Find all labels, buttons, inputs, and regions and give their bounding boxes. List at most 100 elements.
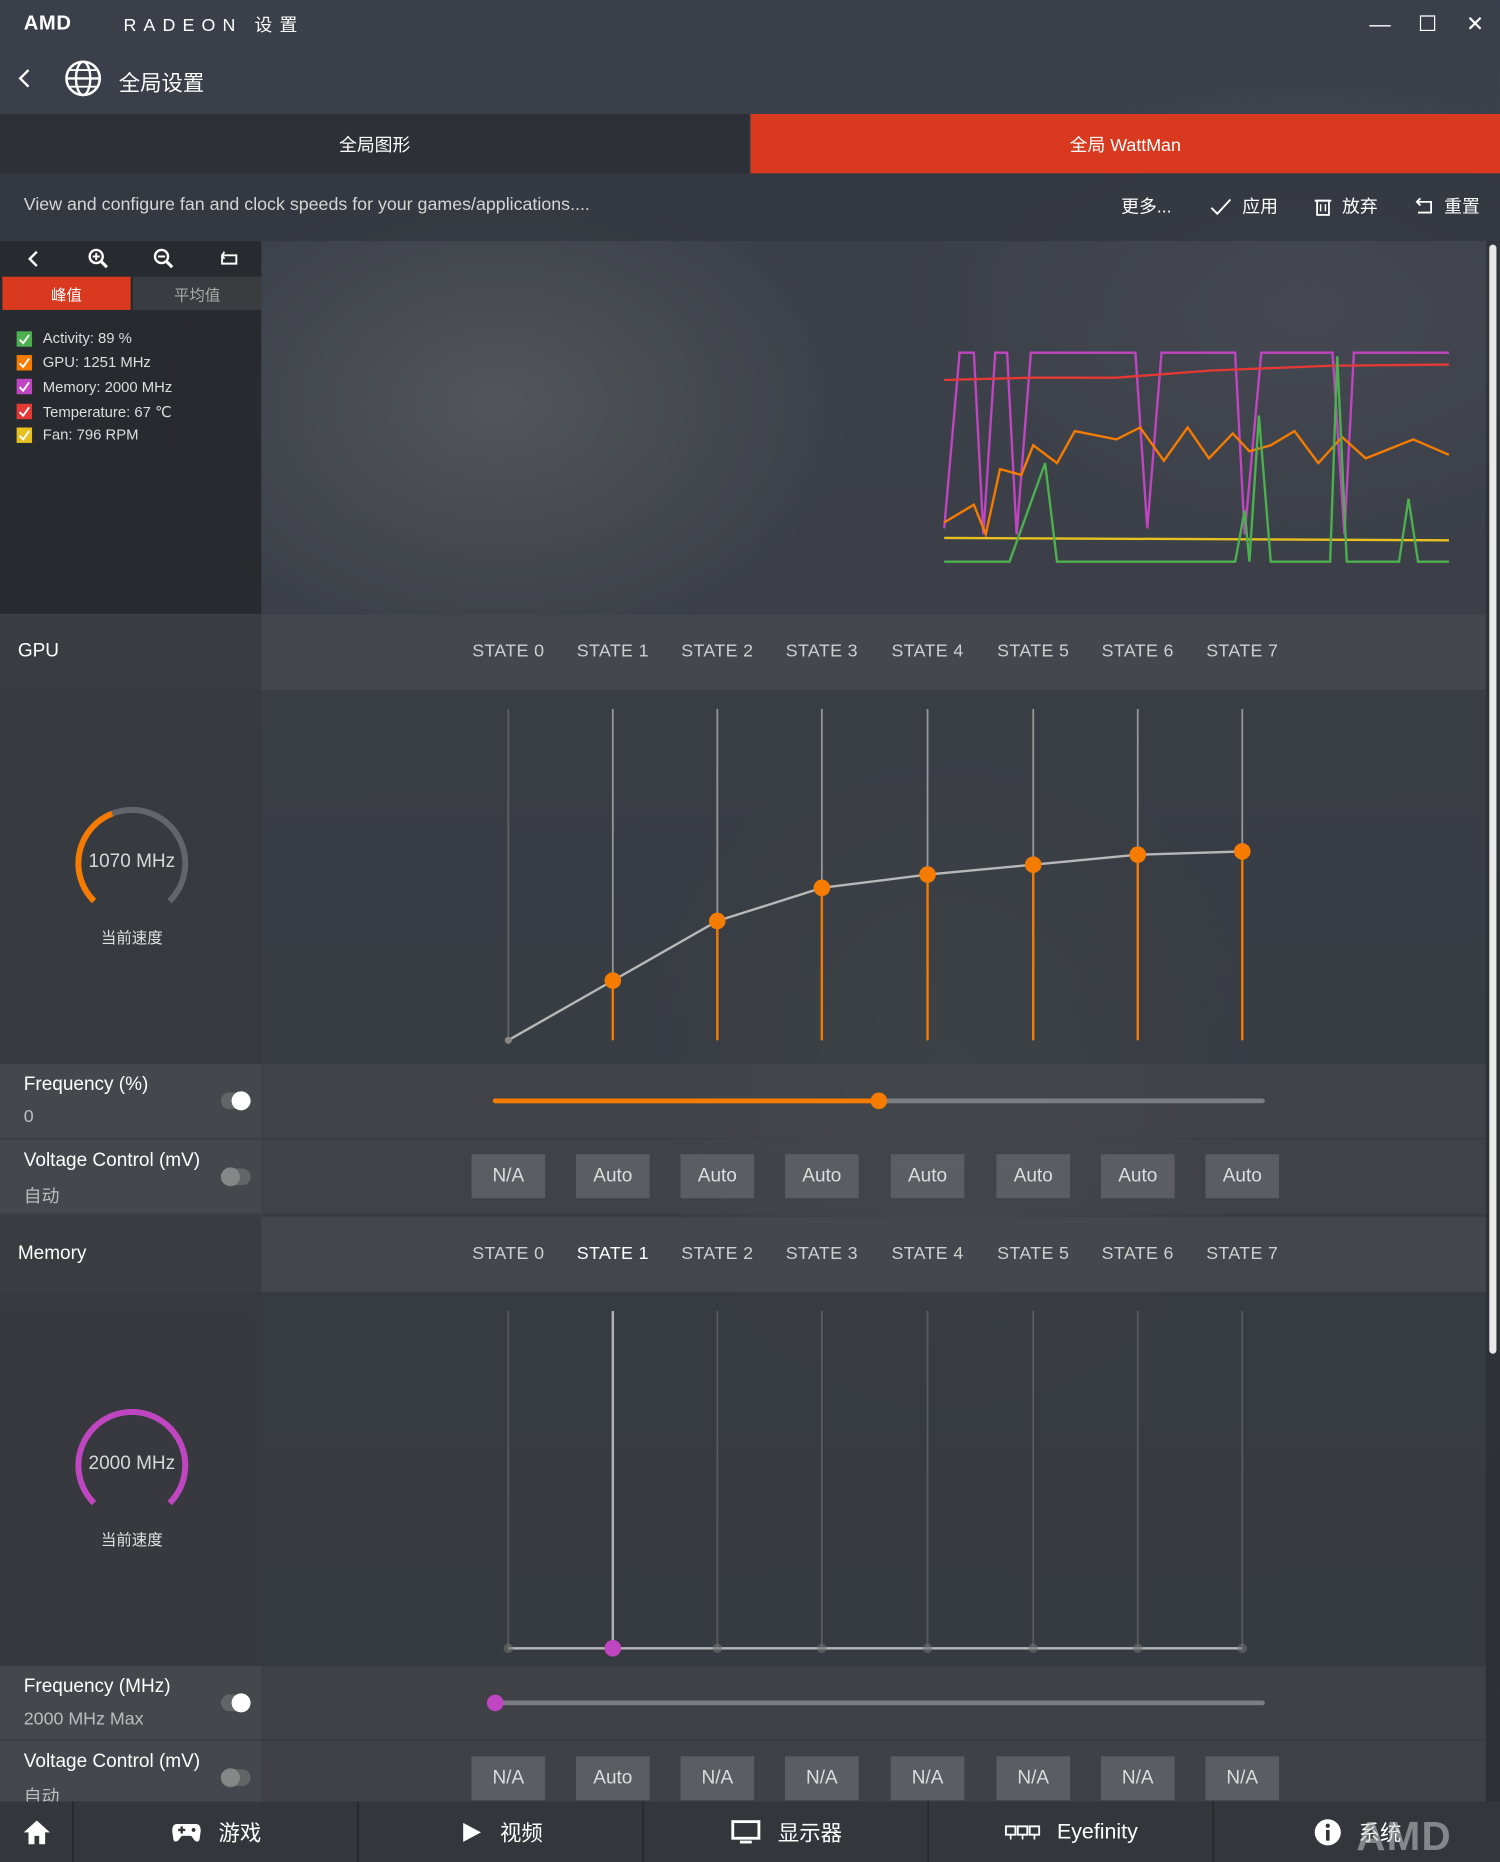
nav-video-label: 视频 <box>499 1821 543 1845</box>
state-point[interactable] <box>919 866 936 883</box>
memory-state-3[interactable]: STATE 3 <box>774 1243 869 1263</box>
trash-icon <box>1314 199 1332 216</box>
graph-back-button[interactable] <box>0 243 65 274</box>
gpu-section-title: GPU <box>17 641 59 662</box>
gpu-voltage-state-2[interactable]: Auto <box>680 1154 755 1199</box>
gpu-state-chart[interactable] <box>261 690 1485 1064</box>
gpu-state-4[interactable]: STATE 4 <box>880 641 975 661</box>
nav-display[interactable]: 显示器 <box>642 1801 929 1862</box>
amd-logo: AMD <box>23 11 72 35</box>
nav-home[interactable] <box>0 1801 73 1862</box>
state-point <box>712 1643 723 1653</box>
gpu-voltage-state-3[interactable]: Auto <box>785 1154 859 1199</box>
zoom-in-button[interactable] <box>65 243 130 274</box>
tab-global-wattman[interactable]: 全局 WattMan <box>750 114 1500 174</box>
memory-voltage-state-5[interactable]: N/A <box>996 1756 1071 1801</box>
gpu-voltage-state-0[interactable]: N/A <box>471 1154 546 1199</box>
gpu-voltage-state-6[interactable]: Auto <box>1100 1154 1175 1199</box>
state-point[interactable] <box>604 1639 622 1657</box>
gpu-voltage-state-4[interactable]: Auto <box>890 1154 965 1199</box>
gpu-state-1[interactable]: STATE 1 <box>565 641 660 661</box>
memory-frequency-toggle[interactable] <box>220 1693 251 1713</box>
memory-voltage-state-0[interactable]: N/A <box>471 1756 546 1801</box>
memory-states-header <box>261 1217 1486 1292</box>
apply-button[interactable]: 应用 <box>1209 194 1278 219</box>
reset-icon <box>220 251 237 265</box>
memory-voltage-state-4[interactable]: N/A <box>890 1756 965 1801</box>
chevron-left-icon <box>27 250 38 267</box>
state-point[interactable] <box>1129 846 1147 864</box>
memory-state-chart[interactable] <box>261 1292 1485 1666</box>
memory-voltage-state-3[interactable]: N/A <box>785 1756 859 1801</box>
legend-item[interactable]: Activity: 89 % <box>16 330 132 347</box>
legend-item[interactable]: Fan: 796 RPM <box>16 427 138 443</box>
reset-label: 重置 <box>1444 197 1480 218</box>
gpu-state-0[interactable]: STATE 0 <box>461 641 556 661</box>
gpu-frequency-slider[interactable] <box>475 1085 1283 1116</box>
scrollbar-thumb[interactable] <box>1489 244 1497 1354</box>
memory-voltage-title: Voltage Control (mV) <box>23 1751 201 1772</box>
slider-handle[interactable] <box>870 1092 888 1110</box>
amd-watermark: AMD <box>1356 1814 1452 1860</box>
gpu-voltage-toggle[interactable] <box>220 1167 251 1187</box>
memory-state-0[interactable]: STATE 0 <box>461 1243 556 1263</box>
memory-state-5[interactable]: STATE 5 <box>986 1243 1081 1263</box>
gpu-state-2[interactable]: STATE 2 <box>670 641 765 661</box>
gpu-state-6[interactable]: STATE 6 <box>1090 641 1185 661</box>
maximize-button[interactable]: ☐ <box>1406 7 1449 40</box>
gpu-voltage-state-7[interactable]: Auto <box>1205 1154 1280 1199</box>
gpu-state-3[interactable]: STATE 3 <box>774 641 869 661</box>
state-curve <box>507 850 1243 1042</box>
memory-voltage-state-7[interactable]: N/A <box>1205 1756 1280 1801</box>
memory-frequency-slider[interactable] <box>475 1687 1283 1718</box>
state-point[interactable] <box>1233 843 1251 860</box>
checkbox-icon[interactable] <box>16 403 33 420</box>
checkbox-icon[interactable] <box>16 354 33 371</box>
discard-button[interactable]: 放弃 <box>1314 194 1378 219</box>
checkbox-icon[interactable] <box>16 427 33 443</box>
reset-icon <box>1415 197 1432 213</box>
gpu-frequency-toggle[interactable] <box>220 1091 251 1111</box>
state-point[interactable] <box>604 972 622 989</box>
tab-global-graphics[interactable]: 全局图形 <box>0 114 750 174</box>
more-button[interactable]: 更多... <box>1121 194 1171 219</box>
memory-state-1[interactable]: STATE 1 <box>565 1243 660 1263</box>
gpu-voltage-state-5[interactable]: Auto <box>996 1154 1071 1199</box>
gpu-state-5[interactable]: STATE 5 <box>986 641 1081 661</box>
graph-reset-button[interactable] <box>196 243 261 274</box>
checkbox-icon[interactable] <box>16 330 33 347</box>
peak-tab[interactable]: 峰值 <box>2 276 131 310</box>
memory-section-title: Memory <box>17 1243 87 1264</box>
legend-item[interactable]: GPU: 1251 MHz <box>16 354 151 371</box>
nav-video[interactable]: 视频 <box>357 1801 644 1862</box>
legend-item[interactable]: Temperature: 67 ℃ <box>16 402 172 420</box>
zoom-out-button[interactable] <box>131 243 196 274</box>
state-point[interactable] <box>1024 856 1042 873</box>
gpu-voltage-state-1[interactable]: Auto <box>576 1154 650 1199</box>
gpu-frequency-title: Frequency (%) <box>23 1074 149 1095</box>
nav-gaming[interactable]: 游戏 <box>72 1801 359 1862</box>
back-arrow-icon[interactable] <box>14 67 35 91</box>
memory-voltage-state-1[interactable]: Auto <box>576 1756 650 1801</box>
memory-voltage-state-6[interactable]: N/A <box>1100 1756 1175 1801</box>
memory-state-6[interactable]: STATE 6 <box>1090 1243 1185 1263</box>
close-button[interactable]: ✕ <box>1454 7 1497 40</box>
legend-item[interactable]: Memory: 2000 MHz <box>16 378 173 395</box>
memory-voltage-toggle[interactable] <box>220 1768 251 1788</box>
checkbox-icon[interactable] <box>16 378 33 395</box>
reset-button[interactable]: 重置 <box>1413 194 1480 219</box>
memory-gauge-value: 2000 MHz <box>88 1453 176 1474</box>
slider-handle[interactable] <box>486 1694 504 1712</box>
average-tab[interactable]: 平均值 <box>133 276 262 310</box>
memory-voltage-state-2[interactable]: N/A <box>680 1756 755 1801</box>
page-description: View and configure fan and clock speeds … <box>23 194 590 215</box>
gpu-state-7[interactable]: STATE 7 <box>1195 641 1290 661</box>
memory-state-2[interactable]: STATE 2 <box>670 1243 765 1263</box>
state-point[interactable] <box>709 912 726 930</box>
legend-label: Memory: 2000 MHz <box>42 378 173 395</box>
memory-state-4[interactable]: STATE 4 <box>880 1243 975 1263</box>
state-point[interactable] <box>813 879 831 897</box>
memory-state-7[interactable]: STATE 7 <box>1195 1243 1290 1263</box>
nav-eyefinity[interactable]: Eyefinity <box>927 1801 1214 1862</box>
minimize-button[interactable]: — <box>1359 7 1402 40</box>
